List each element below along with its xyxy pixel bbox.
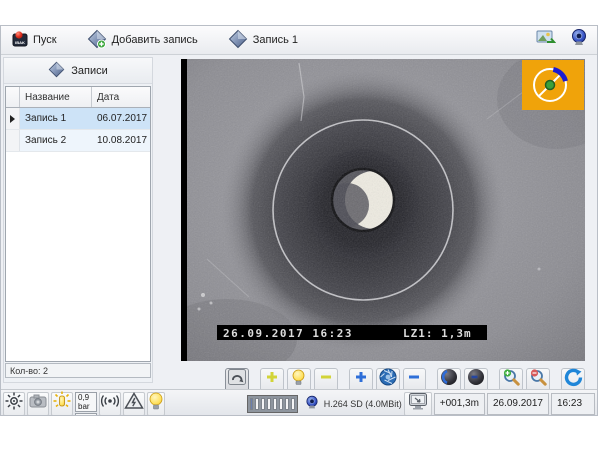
lamp-button[interactable] bbox=[287, 368, 311, 392]
sphere-dash-icon bbox=[467, 368, 485, 391]
start-button[interactable]: IBAK Пуск bbox=[5, 28, 64, 52]
refresh-arrow-icon bbox=[564, 368, 583, 392]
recording-level-indicator bbox=[247, 395, 298, 413]
pressure-readout-2: 0,9 bar bbox=[75, 413, 97, 417]
date-readout: 26.09.2017 bbox=[487, 393, 549, 415]
record-1-button-label: Запись 1 bbox=[253, 34, 298, 46]
record-diamond-icon bbox=[228, 29, 248, 52]
app-window: IBAK Пуск Добавить запись bbox=[0, 25, 598, 416]
pressure-readout-1: 0,9 bar bbox=[75, 392, 97, 412]
warning-triangle-icon bbox=[124, 392, 144, 415]
cell-record-name: Запись 1 bbox=[20, 108, 92, 129]
sonde-button[interactable] bbox=[99, 392, 121, 416]
table-row-record-1[interactable]: Запись 1 06.07.2017 bbox=[6, 108, 150, 130]
column-header-date[interactable]: Дата bbox=[92, 87, 150, 107]
camera-settings-button[interactable] bbox=[27, 392, 49, 416]
records-table: Название Дата Запись 1 06.07.2017 Запись… bbox=[5, 86, 151, 362]
records-panel-header: Записи bbox=[4, 58, 152, 84]
time-readout: 16:23 bbox=[551, 393, 595, 415]
main-toolbar: IBAK Пуск Добавить запись bbox=[1, 26, 597, 55]
codec-camera-icon bbox=[304, 395, 320, 412]
record-1-button[interactable]: Запись 1 bbox=[221, 27, 305, 54]
bulb-icon bbox=[148, 392, 164, 415]
lamp-decrease-button[interactable] bbox=[314, 368, 338, 392]
monitor-icon bbox=[408, 392, 428, 416]
records-diamond-icon bbox=[48, 61, 65, 81]
sphere-arc-icon bbox=[440, 368, 458, 391]
flash-lamp-icon bbox=[52, 391, 72, 416]
bulb-button[interactable] bbox=[147, 392, 165, 416]
cell-record-date: 06.07.2017 bbox=[92, 108, 150, 129]
blue-minus-icon bbox=[407, 370, 421, 389]
blue-plus-icon bbox=[354, 370, 368, 389]
webcam-icon bbox=[569, 28, 589, 52]
snapshot-icon bbox=[228, 369, 246, 390]
reset-view-button[interactable] bbox=[561, 368, 585, 392]
row-gutter bbox=[6, 130, 20, 151]
lamp-bulb-icon bbox=[291, 369, 306, 391]
main-area: Записи Название Дата Запись 1 06.07.2017 bbox=[1, 55, 597, 389]
camera-position-indicator bbox=[522, 60, 584, 110]
aperture-iris-icon bbox=[379, 368, 397, 391]
export-video-button[interactable] bbox=[531, 28, 560, 52]
zoom-in-icon bbox=[502, 368, 520, 391]
zoom-out-button[interactable] bbox=[526, 368, 550, 392]
zoom-out-icon bbox=[529, 368, 547, 391]
export-video-icon bbox=[536, 29, 556, 51]
warning-button[interactable] bbox=[123, 392, 145, 416]
add-record-button-label: Добавить запись bbox=[112, 34, 198, 46]
start-button-label: Пуск bbox=[33, 34, 57, 46]
records-table-header: Название Дата bbox=[6, 87, 150, 108]
distance-readout: +001,3m bbox=[434, 393, 485, 415]
video-display: 26.09.2017 16:23 LZ1: 1,3m bbox=[181, 59, 585, 361]
codec-label: H.264 SD (4.0MBit) bbox=[324, 399, 402, 409]
records-button-label: Записи bbox=[71, 65, 108, 77]
table-row-record-2[interactable]: Запись 2 10.08.2017 bbox=[6, 130, 150, 152]
cell-record-name: Запись 2 bbox=[20, 130, 92, 151]
rotate-stop-button[interactable] bbox=[464, 368, 488, 392]
codec-status: H.264 SD (4.0MBit) bbox=[304, 395, 402, 412]
lamp-increase-button[interactable] bbox=[260, 368, 284, 392]
brightness-sun-icon bbox=[4, 391, 24, 416]
cell-record-date: 10.08.2017 bbox=[92, 130, 150, 151]
aperture-increase-button[interactable] bbox=[349, 368, 373, 392]
flash-lamp-button[interactable] bbox=[51, 392, 73, 416]
column-header-name[interactable]: Название bbox=[20, 87, 92, 107]
add-record-button[interactable]: Добавить запись bbox=[80, 27, 205, 54]
antenna-icon bbox=[100, 393, 120, 414]
yellow-plus-icon bbox=[265, 370, 279, 389]
status-bar: 0,9 bar 0,9 bar bbox=[1, 389, 597, 416]
zoom-in-button[interactable] bbox=[499, 368, 523, 392]
records-button[interactable]: Записи bbox=[40, 59, 116, 83]
aperture-decrease-button[interactable] bbox=[403, 368, 427, 392]
records-count-bar: Кол-во: 2 bbox=[5, 363, 151, 378]
svg-text:IBAK: IBAK bbox=[15, 40, 25, 45]
records-panel: Записи Название Дата Запись 1 06.07.2017 bbox=[3, 57, 153, 383]
rotate-left-button[interactable] bbox=[437, 368, 461, 392]
header-gutter bbox=[6, 87, 20, 107]
grey-camera-icon bbox=[28, 392, 48, 415]
snapshot-button[interactable] bbox=[225, 368, 249, 392]
monitor-button[interactable] bbox=[404, 392, 432, 416]
video-overlay-distance: LZ1: 1,3m bbox=[403, 327, 472, 340]
start-device-icon: IBAK bbox=[12, 30, 28, 50]
row-gutter bbox=[6, 108, 20, 129]
current-row-marker bbox=[10, 115, 15, 123]
video-overlay-datetime: 26.09.2017 16:23 bbox=[223, 327, 353, 340]
yellow-minus-icon bbox=[319, 370, 333, 389]
brightness-button[interactable] bbox=[3, 392, 25, 416]
camera-button[interactable] bbox=[564, 28, 593, 52]
pressure-readouts: 0,9 bar 0,9 bar bbox=[75, 392, 97, 416]
records-count-label: Кол-во: 2 bbox=[10, 366, 48, 376]
add-record-diamond-icon bbox=[87, 29, 107, 52]
aperture-button[interactable] bbox=[376, 368, 400, 392]
